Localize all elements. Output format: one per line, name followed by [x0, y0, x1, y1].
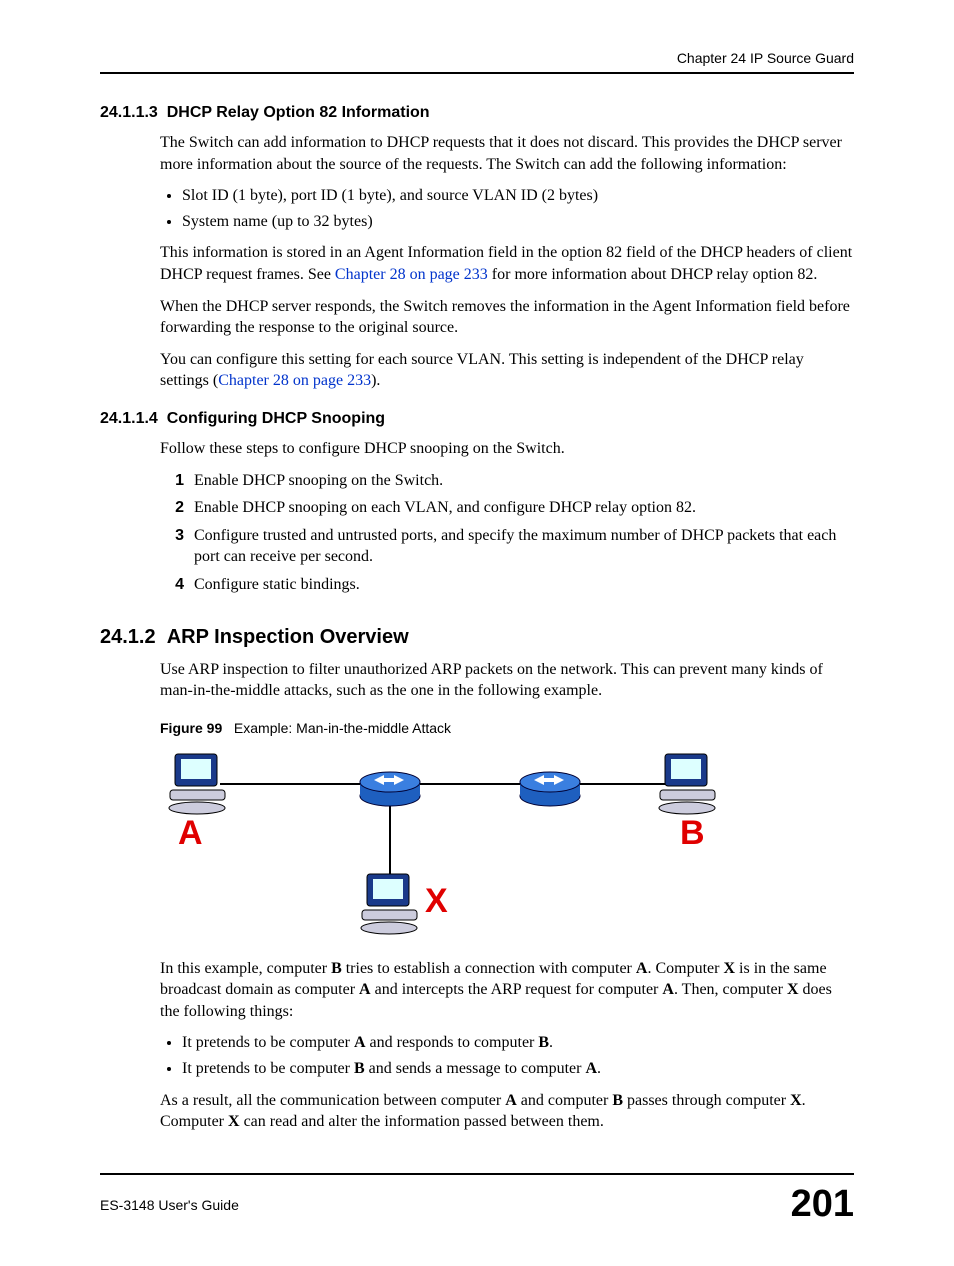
section-num: 24.1.1.3 — [100, 104, 158, 121]
list-item: It pretends to be computer B and sends a… — [182, 1058, 854, 1080]
node-label-x: X — [425, 882, 448, 921]
section-heading: 24.1.2 ARP Inspection Overview — [100, 626, 854, 649]
numbered-list: 1 Enable DHCP snooping on the Switch. 2 En… — [160, 470, 854, 596]
list-item: 3Configure trusted and untrusted ports, … — [160, 525, 854, 568]
section-title: ARP Inspection Overview — [167, 626, 409, 648]
step-text: Configure static bindings. — [194, 574, 360, 596]
list-item: Slot ID (1 byte), port ID (1 byte), and … — [182, 185, 854, 207]
paragraph: As a result, all the communication betwe… — [160, 1090, 854, 1133]
section-num: 24.1.1.4 — [100, 410, 158, 427]
figure-number: Figure 99 — [160, 720, 222, 736]
page-header: Chapter 24 IP Source Guard — [100, 50, 854, 74]
text: for more information about DHCP relay op… — [488, 266, 818, 283]
section-body: Follow these steps to configure DHCP sno… — [160, 438, 854, 596]
step-text: Enable DHCP snooping on each VLAN, and c… — [194, 497, 696, 519]
node-label-b: B — [680, 814, 705, 853]
step-num: 1 — [160, 470, 184, 492]
footer-guide: ES-3148 User's Guide — [100, 1183, 239, 1213]
cross-ref-link[interactable]: Chapter 28 on page 233 — [218, 372, 371, 389]
list-item: 1 Enable DHCP snooping on the Switch. — [160, 470, 854, 492]
paragraph: Use ARP inspection to filter unauthorize… — [160, 659, 854, 702]
section-title: Configuring DHCP Snooping — [167, 410, 385, 427]
list-item: System name (up to 32 bytes) — [182, 211, 854, 233]
text: ). — [371, 372, 380, 389]
router-icon — [520, 772, 580, 806]
section-heading: 24.1.1.3 DHCP Relay Option 82 Informatio… — [100, 104, 854, 122]
bullet-list: Slot ID (1 byte), port ID (1 byte), and … — [182, 185, 854, 232]
step-num: 4 — [160, 574, 184, 596]
paragraph: Follow these steps to configure DHCP sno… — [160, 438, 854, 460]
paragraph: This information is stored in an Agent I… — [160, 242, 854, 285]
page-footer: ES-3148 User's Guide 201 — [100, 1173, 854, 1226]
step-num: 3 — [160, 525, 184, 568]
cross-ref-link[interactable]: Chapter 28 on page 233 — [335, 266, 488, 283]
footer-page-number: 201 — [791, 1183, 854, 1226]
step-text: Enable DHCP snooping on the Switch. — [194, 470, 443, 492]
paragraph: The Switch can add information to DHCP r… — [160, 132, 854, 175]
figure-diagram: A B X — [160, 744, 720, 944]
computer-icon — [361, 874, 417, 934]
step-text: Configure trusted and untrusted ports, a… — [194, 525, 854, 568]
page: Chapter 24 IP Source Guard 24.1.1.3 DHCP… — [0, 0, 954, 1266]
chapter-title: Chapter 24 IP Source Guard — [677, 50, 854, 66]
router-icon — [360, 772, 420, 806]
section-body: Use ARP inspection to filter unauthorize… — [160, 659, 854, 1133]
section-body: The Switch can add information to DHCP r… — [160, 132, 854, 392]
paragraph: In this example, computer B tries to est… — [160, 958, 854, 1023]
step-num: 2 — [160, 497, 184, 519]
list-item: 4 Configure static bindings. — [160, 574, 854, 596]
bullet-list: It pretends to be computer A and respond… — [182, 1032, 854, 1079]
figure-title: Example: Man-in-the-middle Attack — [234, 720, 451, 736]
figure-caption: Figure 99 Example: Man-in-the-middle Att… — [160, 720, 854, 736]
list-item: It pretends to be computer A and respond… — [182, 1032, 854, 1054]
section-heading: 24.1.1.4 Configuring DHCP Snooping — [100, 410, 854, 428]
computer-icon — [169, 754, 225, 814]
paragraph: You can configure this setting for each … — [160, 349, 854, 392]
paragraph: When the DHCP server responds, the Switc… — [160, 296, 854, 339]
section-num: 24.1.2 — [100, 626, 156, 648]
computer-icon — [659, 754, 715, 814]
list-item: 2 Enable DHCP snooping on each VLAN, and … — [160, 497, 854, 519]
node-label-a: A — [178, 814, 203, 853]
section-title: DHCP Relay Option 82 Information — [167, 104, 430, 121]
